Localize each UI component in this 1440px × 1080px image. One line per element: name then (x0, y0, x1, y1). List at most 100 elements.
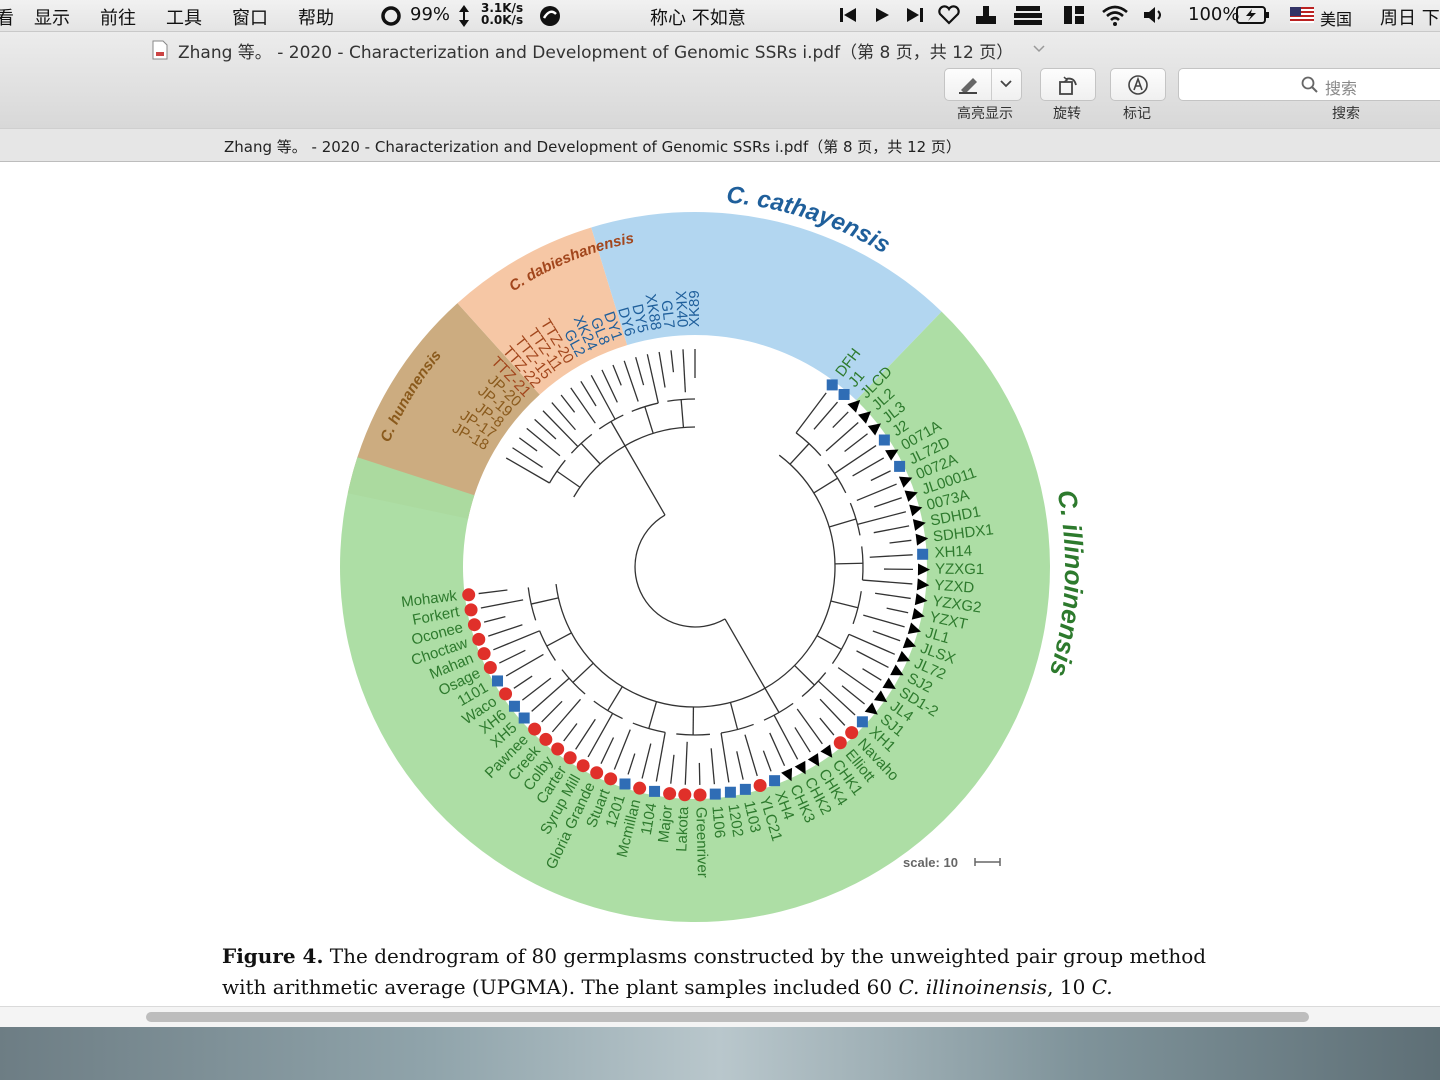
menu-item-view[interactable]: 显示 (34, 4, 70, 30)
network-speed: 3.1K/s 0.0K/s (481, 2, 523, 26)
pdf-page[interactable]: DFH J1 JLCD JL2 JL3 J2 0071A JL72D 0072A JL00011 0… (0, 162, 1440, 1006)
marker-square (739, 783, 751, 795)
marker-square (709, 788, 721, 800)
search-field[interactable]: 搜索 (1178, 68, 1440, 101)
play-icon[interactable] (873, 6, 891, 24)
marker-square (826, 379, 838, 391)
leaf-label: XH14 (934, 542, 972, 561)
marker-triangle (898, 476, 913, 488)
marker-triangle (873, 690, 888, 703)
rotate-button[interactable] (1040, 68, 1096, 101)
marker-circle (483, 660, 497, 674)
highlight-button[interactable] (944, 68, 1022, 101)
clock[interactable]: 周日 下 (1380, 4, 1440, 30)
branch-clade-spoke (530, 597, 559, 605)
branch-leaf (526, 427, 561, 457)
scale-bar-line (974, 858, 1001, 866)
marker-square (508, 700, 520, 712)
caption-label: Figure 4. (222, 944, 324, 968)
menu-bar: 看 显示 前往 工具 窗口 帮助 99% 3.1K/s 0.0K/s 称心 不如… (0, 0, 1440, 32)
marker-circle (499, 687, 513, 701)
marker-circle (753, 779, 767, 793)
upload-tray-icon[interactable] (974, 4, 998, 26)
branch-leaf (488, 624, 523, 637)
branch-leaf (872, 630, 901, 642)
branch-leaf (590, 374, 616, 420)
document-subtitle: Zhang 等。 - 2020 - Characterization and D… (224, 138, 961, 156)
markup-label: 标记 (1123, 106, 1151, 122)
menu-item-partial[interactable]: 看 (0, 4, 14, 30)
title-chevron-down-icon[interactable] (1033, 44, 1045, 54)
marker-triangle (864, 702, 878, 715)
horizontal-scrollbar[interactable] (0, 1006, 1440, 1027)
marker-circle (590, 766, 604, 780)
leaf-label: Greenriver (692, 807, 711, 878)
updown-arrows-icon (459, 5, 469, 27)
marker-triangle (867, 423, 881, 436)
marker-circle (833, 736, 847, 750)
marker-triangle (858, 411, 871, 424)
branch-leaf (684, 741, 688, 785)
marker-circle (464, 603, 478, 617)
branch-leaf (873, 525, 910, 534)
branch-clade-spoke (764, 687, 780, 713)
battery-charging-icon[interactable] (1236, 6, 1270, 24)
now-playing-title[interactable]: 称心 不如意 (650, 4, 746, 30)
markup-button[interactable] (1110, 68, 1166, 101)
scrollbar-thumb[interactable] (146, 1012, 1309, 1022)
marker-triangle (890, 664, 904, 676)
previous-track-icon[interactable] (838, 6, 858, 24)
chevron-down-icon[interactable] (999, 79, 1013, 89)
menu-item-help[interactable]: 帮助 (298, 4, 334, 30)
branch-leaf (541, 700, 563, 723)
group-label-text: C. illinoinensis (1044, 487, 1089, 680)
marker-circle (472, 632, 486, 646)
heart-icon[interactable] (938, 5, 960, 25)
branch-leaf (646, 354, 659, 404)
rotate-label: 旋转 (1053, 106, 1081, 122)
branch-leaf (886, 607, 909, 614)
desktop-background (0, 1027, 1440, 1080)
marker-circle (477, 647, 491, 661)
branch-leaf (575, 718, 596, 750)
rotate-icon (1059, 76, 1077, 95)
branch-other-root (624, 445, 666, 516)
menu-item-window[interactable]: 窗口 (232, 4, 268, 30)
branch-clade-spoke (828, 518, 857, 528)
input-source-label[interactable]: 美国 (1320, 6, 1352, 30)
marker-square (649, 785, 661, 797)
branch-leaf (580, 380, 597, 407)
branch-leaf (869, 554, 913, 558)
branch-leaf (794, 727, 811, 753)
branch-leaf (870, 470, 891, 482)
wifi-icon[interactable] (1100, 3, 1130, 27)
branch-leaf (841, 685, 865, 705)
branch-leaf (623, 360, 639, 402)
marker-circle (633, 781, 647, 795)
pdf-document-icon (152, 40, 168, 60)
branch-leaf (534, 418, 557, 440)
scale-bar: scale: 10 (903, 855, 1001, 870)
next-track-icon[interactable] (905, 6, 925, 24)
branch-leaf (889, 539, 912, 544)
menu-item-tools[interactable]: 工具 (166, 4, 202, 30)
branch-leaf (493, 630, 540, 651)
us-flag-icon[interactable] (1290, 7, 1314, 23)
branch-leaf (505, 457, 550, 484)
layout-grid-icon[interactable] (1062, 4, 1086, 26)
marker-square (518, 712, 530, 724)
menu-item-go[interactable]: 前往 (100, 4, 136, 30)
branch-leaf (499, 649, 526, 664)
window-title[interactable]: Zhang 等。 - 2020 - Characterization and D… (178, 38, 1013, 63)
cpu-ring-icon[interactable] (380, 5, 402, 27)
leaf-label: 1106 (708, 805, 728, 839)
branch-clade-spoke (729, 702, 739, 730)
app-status-icon[interactable] (538, 4, 562, 28)
stack-icon[interactable] (1012, 4, 1044, 26)
volume-icon[interactable] (1142, 5, 1166, 25)
branch-leaf (518, 437, 538, 452)
branch-clade-spoke (607, 686, 623, 711)
marker-triangle (902, 636, 917, 649)
branch-clade-spoke (830, 600, 859, 609)
branch-leaf (478, 589, 508, 595)
